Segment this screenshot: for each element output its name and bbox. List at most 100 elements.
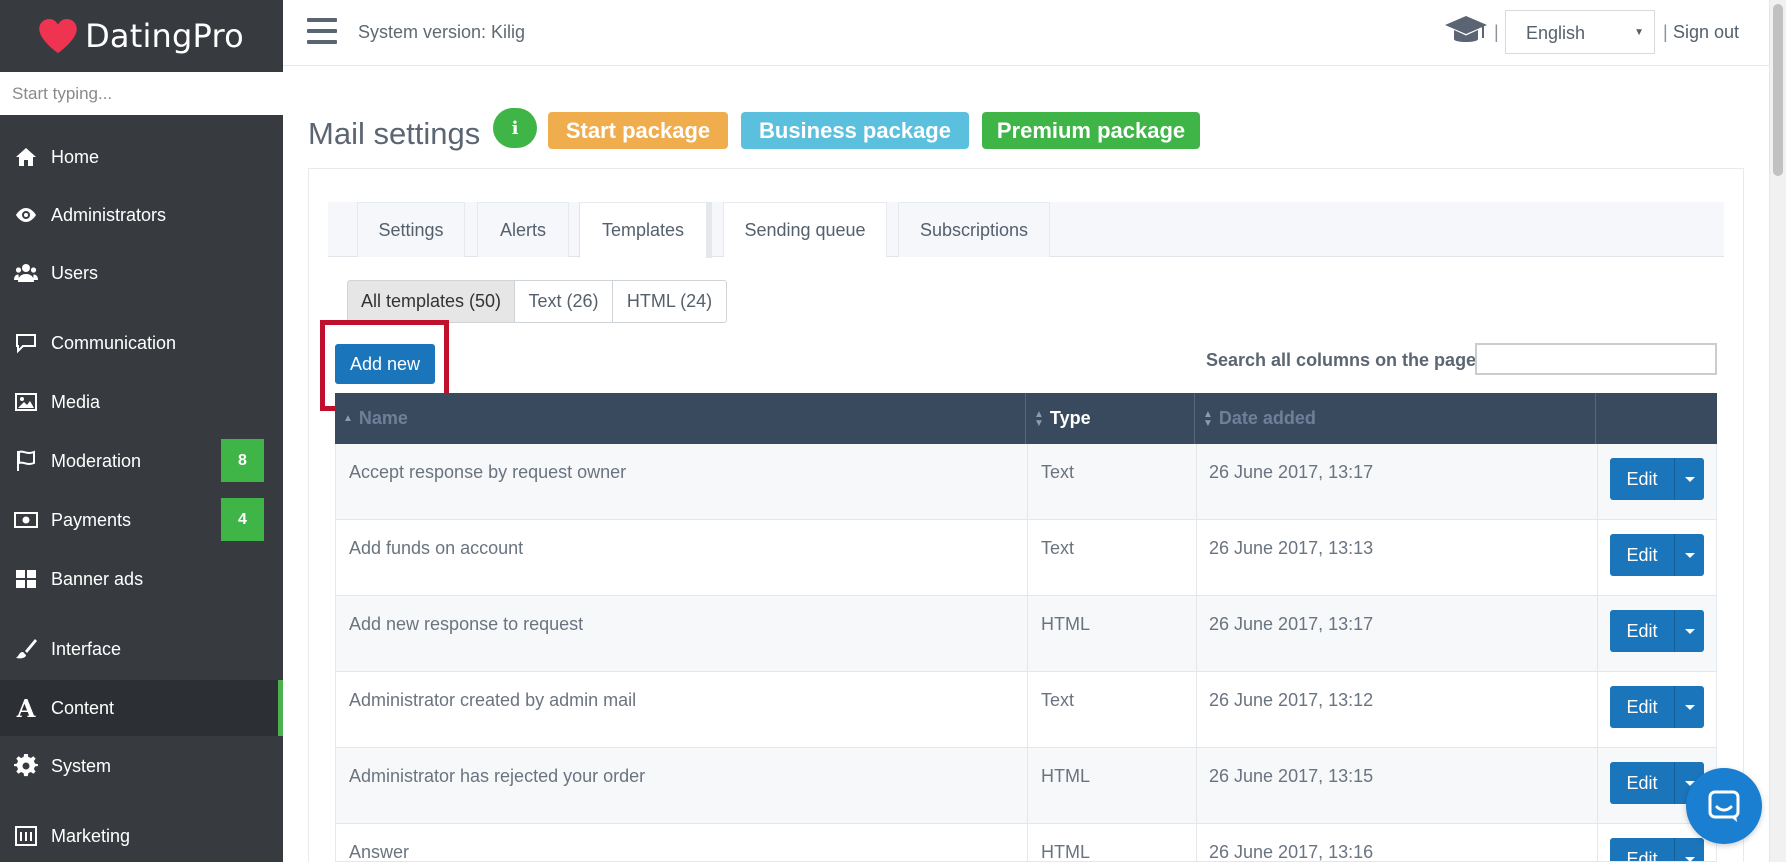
dropdown-caret-icon[interactable] (1674, 610, 1704, 652)
page-title: Mail settings (308, 116, 481, 151)
graduation-cap-icon[interactable] (1445, 14, 1487, 48)
column-header-actions (1596, 393, 1717, 444)
template-name: Add new response to request (349, 614, 584, 634)
sidebar-item-label: Content (51, 697, 115, 718)
template-date: 26 June 2017, 13:16 (1209, 842, 1374, 862)
template-date: 26 June 2017, 13:17 (1209, 462, 1374, 482)
sidebar-item-label: System (51, 755, 112, 776)
sidebar-item-label: Payments (51, 509, 132, 530)
language-select[interactable]: English ▼ (1505, 10, 1655, 54)
edit-split-button: Edit (1610, 838, 1704, 861)
template-filter-group: All templates (50) Text (26) HTML (24) (347, 280, 727, 323)
edit-button[interactable]: Edit (1610, 686, 1674, 728)
chat-widget-button[interactable] (1686, 768, 1762, 844)
sort-icon: ▲ ▼ (1203, 408, 1213, 429)
hamburger-menu-icon[interactable] (307, 18, 337, 44)
column-header-date-added[interactable]: ▲ ▼ Date added (1195, 393, 1596, 444)
template-name: Administrator created by admin mail (349, 690, 637, 710)
sidebar-item-home[interactable]: Home (0, 129, 283, 185)
users-icon (13, 261, 39, 285)
separator: | (1663, 22, 1668, 42)
sidebar-item-moderation[interactable]: Moderation 8 (0, 433, 283, 489)
sidebar-item-label: Users (51, 262, 99, 283)
sidebar-item-label: Moderation (51, 450, 142, 471)
sidebar-item-system[interactable]: System (0, 738, 283, 794)
brand-logo[interactable]: DatingPro (0, 0, 283, 72)
dropdown-caret-icon[interactable] (1674, 686, 1704, 728)
column-header-name[interactable]: ▲ Name (335, 393, 1026, 444)
tab-sending-queue[interactable]: Sending queue (723, 202, 887, 257)
sidebar-item-label: Marketing (51, 825, 131, 846)
filter-all-templates[interactable]: All templates (50) (347, 280, 515, 323)
sidebar-item-communication[interactable]: Communication (0, 315, 283, 371)
business-package-button[interactable]: Business package (741, 112, 969, 149)
sidebar-item-media[interactable]: Media (0, 374, 283, 430)
tab-alerts[interactable]: Alerts (477, 202, 569, 257)
info-icon[interactable]: i (493, 108, 537, 148)
tab-settings[interactable]: Settings (357, 202, 465, 257)
page-scrollbar[interactable] (1769, 0, 1786, 862)
edit-button[interactable]: Edit (1610, 762, 1674, 804)
edit-button[interactable]: Edit (1610, 458, 1674, 500)
template-type: Text (1041, 462, 1075, 482)
sort-icon: ▲ ▼ (1034, 408, 1044, 429)
edit-split-button: Edit (1610, 610, 1704, 652)
table-row: Administrator created by admin mail Text… (335, 672, 1717, 748)
sidebar-item-payments[interactable]: Payments 4 (0, 492, 283, 548)
sidebar-item-label: Media (51, 391, 101, 412)
template-date: 26 June 2017, 13:12 (1209, 690, 1374, 710)
template-date: 26 June 2017, 13:13 (1209, 538, 1374, 558)
template-type: HTML (1041, 614, 1090, 634)
sidebar-item-label: Home (51, 146, 100, 167)
premium-package-button[interactable]: Premium package (982, 112, 1200, 149)
sidebar-item-label: Interface (51, 638, 122, 659)
filter-html[interactable]: HTML (24) (612, 280, 727, 323)
image-icon (13, 390, 39, 414)
sort-asc-icon: ▲ (343, 413, 353, 424)
template-date: 26 June 2017, 13:15 (1209, 766, 1374, 786)
dropdown-caret-icon[interactable] (1674, 458, 1704, 500)
money-icon (13, 508, 39, 532)
top-bar: System version: Kilig | English ▼ | Sign… (283, 0, 1769, 66)
edit-button[interactable]: Edit (1610, 610, 1674, 652)
sidebar-item-content[interactable]: A Content (0, 680, 283, 736)
edit-split-button: Edit (1610, 534, 1704, 576)
grid-icon (13, 567, 39, 591)
template-name: Add funds on account (349, 538, 524, 558)
sidebar-item-label: Administrators (51, 204, 167, 225)
sidebar-item-marketing[interactable]: Marketing (0, 808, 283, 862)
template-name: Answer (349, 842, 410, 862)
column-header-type[interactable]: ▲ ▼ Type (1026, 393, 1195, 444)
template-type: HTML (1041, 842, 1090, 862)
tab-subscriptions[interactable]: Subscriptions (898, 202, 1050, 257)
sign-out-link[interactable]: Sign out (1673, 22, 1739, 43)
template-type: HTML (1041, 766, 1090, 786)
eye-icon (13, 203, 39, 227)
sidebar-item-banner-ads[interactable]: Banner ads (0, 551, 283, 607)
edit-button[interactable]: Edit (1610, 534, 1674, 576)
separator: | (1494, 22, 1499, 42)
sidebar-item-administrators[interactable]: Administrators (0, 187, 283, 243)
brand-name: DatingPro (85, 17, 244, 55)
payments-badge: 4 (221, 498, 264, 541)
sidebar-item-label: Banner ads (51, 568, 144, 589)
sidebar-search-input[interactable] (0, 72, 283, 115)
dropdown-caret-icon[interactable] (1674, 838, 1704, 861)
scrollbar-thumb[interactable] (1773, 4, 1783, 176)
tab-templates[interactable]: Templates (579, 202, 712, 258)
template-date: 26 June 2017, 13:17 (1209, 614, 1374, 634)
edit-button[interactable]: Edit (1610, 838, 1674, 861)
marketing-icon (13, 824, 39, 848)
heart-icon (39, 19, 77, 53)
chat-icon (1708, 790, 1740, 822)
edit-split-button: Edit (1610, 458, 1704, 500)
add-new-button[interactable]: Add new (335, 344, 435, 384)
sidebar-item-users[interactable]: Users (0, 245, 283, 301)
dropdown-caret-icon[interactable] (1674, 534, 1704, 576)
table-search-input[interactable] (1475, 343, 1717, 375)
sidebar-item-interface[interactable]: Interface (0, 621, 283, 677)
filter-text[interactable]: Text (26) (514, 280, 613, 323)
table-header: ▲ Name ▲ ▼ Type ▲ ▼ Date added (335, 393, 1717, 444)
start-package-button[interactable]: Start package (548, 112, 728, 149)
chat-icon (13, 331, 39, 355)
